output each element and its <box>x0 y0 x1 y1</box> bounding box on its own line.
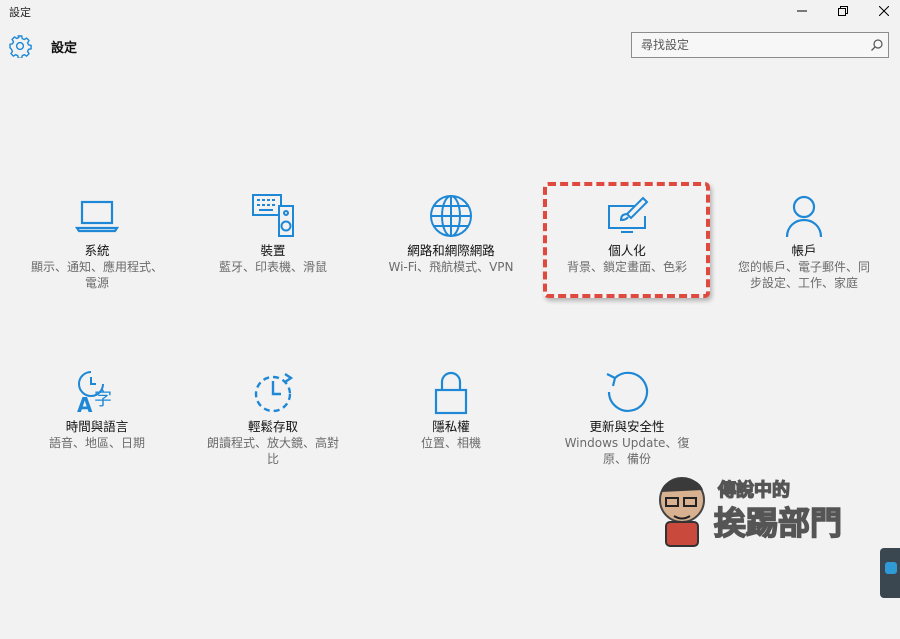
lock-icon <box>434 371 468 415</box>
svg-text:字: 字 <box>94 389 112 410</box>
minimize-button[interactable] <box>779 0 825 22</box>
watermark-line1: 傳說中的 <box>717 479 790 501</box>
tile-description: 藍牙、印表機、滑鼠 <box>218 260 327 274</box>
tile-label: 網路和網際網路 <box>407 243 495 258</box>
restore-button[interactable] <box>820 0 866 22</box>
search-icon[interactable] <box>870 38 884 52</box>
tile-label: 更新與安全性 <box>589 419 665 434</box>
tile-description: 您的帳戶、電子郵件、同步設定、工作、家庭 <box>737 260 870 290</box>
ease-of-access-icon <box>254 373 294 413</box>
watermark-logo: 傳說中的 挨踢部門 <box>659 477 843 547</box>
tile-label: 輕鬆存取 <box>247 419 298 434</box>
tile-system[interactable]: 系統 顯示、通知、應用程式、電源 <box>22 192 172 291</box>
tile-label: 時間與語言 <box>65 419 129 434</box>
tile-network[interactable]: 網路和網際網路 Wi-Fi、飛航模式、VPN <box>376 192 526 275</box>
tile-description: 語音、地區、日期 <box>48 436 145 450</box>
app-icon <box>885 562 897 574</box>
tile-label: 帳戶 <box>791 243 817 258</box>
tile-devices[interactable]: 裝置 藍牙、印表機、滑鼠 <box>198 192 348 275</box>
tile-label: 系統 <box>84 243 110 258</box>
tile-accounts[interactable]: 帳戶 您的帳戶、電子郵件、同步設定、工作、家庭 <box>729 192 879 291</box>
globe-icon <box>430 195 472 237</box>
page-title: 設定 <box>51 41 78 56</box>
highlight-box <box>543 182 710 298</box>
search-box[interactable] <box>631 32 889 58</box>
restore-icon <box>838 6 848 16</box>
tile-label: 裝置 <box>260 243 286 258</box>
close-button[interactable] <box>861 0 900 22</box>
search-input[interactable] <box>632 33 871 57</box>
tile-time-language[interactable]: A 字 時間與語言 語音、地區、日期 <box>22 368 172 451</box>
title-bar: 設定 <box>0 0 900 22</box>
update-icon <box>606 371 649 412</box>
person-icon <box>785 195 823 238</box>
side-tab[interactable] <box>880 548 900 598</box>
gear-icon <box>9 35 32 58</box>
tile-ease-of-access[interactable]: 輕鬆存取 朗讀程式、放大鏡、高對比 <box>198 368 348 467</box>
laptop-icon <box>74 200 120 233</box>
tile-description: 位置、相機 <box>420 436 481 450</box>
tile-description: 顯示、通知、應用程式、電源 <box>30 260 163 290</box>
window-title: 設定 <box>9 6 31 19</box>
tile-description: 朗讀程式、放大鏡、高對比 <box>206 436 339 466</box>
close-icon <box>879 6 889 16</box>
svg-text:A: A <box>77 393 93 416</box>
tile-description: Wi-Fi、飛航模式、VPN <box>388 260 514 274</box>
tile-update-security[interactable]: 更新與安全性 Windows Update、復原、備份 <box>552 368 702 467</box>
watermark-line2: 挨踢部門 <box>714 504 842 542</box>
tile-label: 隱私權 <box>432 419 470 434</box>
time-language-icon: A 字 <box>77 371 112 416</box>
devices-icon <box>252 194 294 237</box>
tile-privacy[interactable]: 隱私權 位置、相機 <box>376 368 526 451</box>
minimize-icon <box>797 10 807 12</box>
